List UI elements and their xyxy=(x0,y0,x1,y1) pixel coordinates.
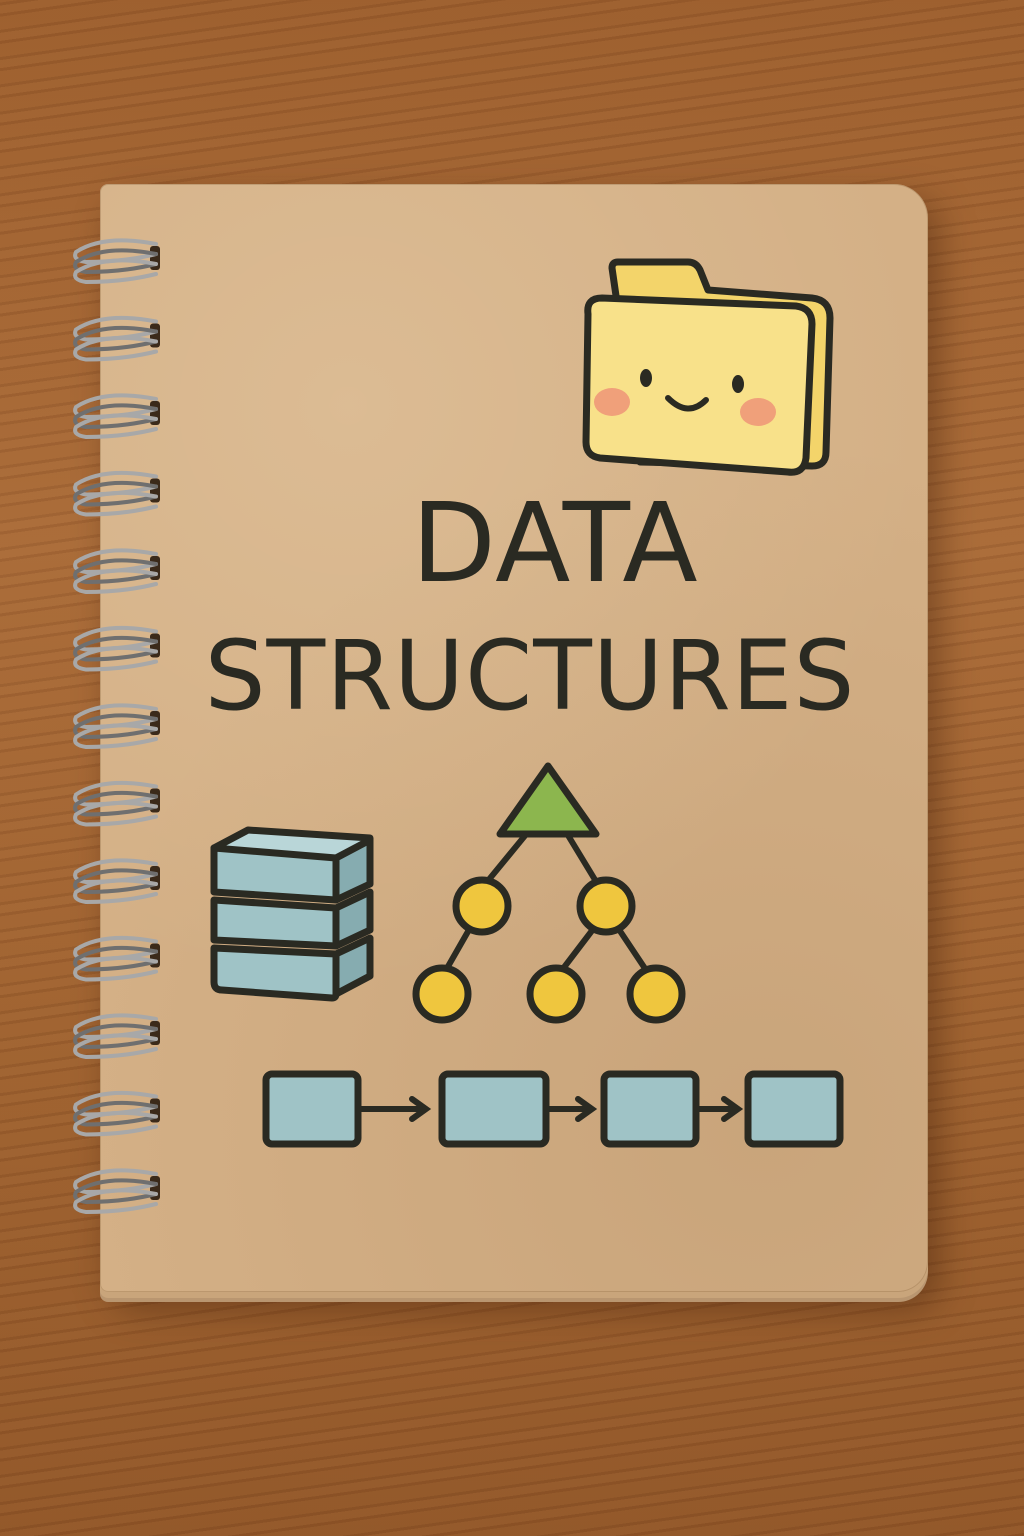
linked-list-icon xyxy=(262,1070,844,1148)
cover-illustrations xyxy=(210,258,844,1148)
cover-title-line-2: STRUCTURES xyxy=(204,620,856,732)
cover-title-line-1: DATA xyxy=(411,479,699,607)
smiling-folder-icon xyxy=(582,258,834,476)
binary-tree-icon xyxy=(412,762,686,1024)
stacked-blocks-icon xyxy=(210,826,374,1002)
